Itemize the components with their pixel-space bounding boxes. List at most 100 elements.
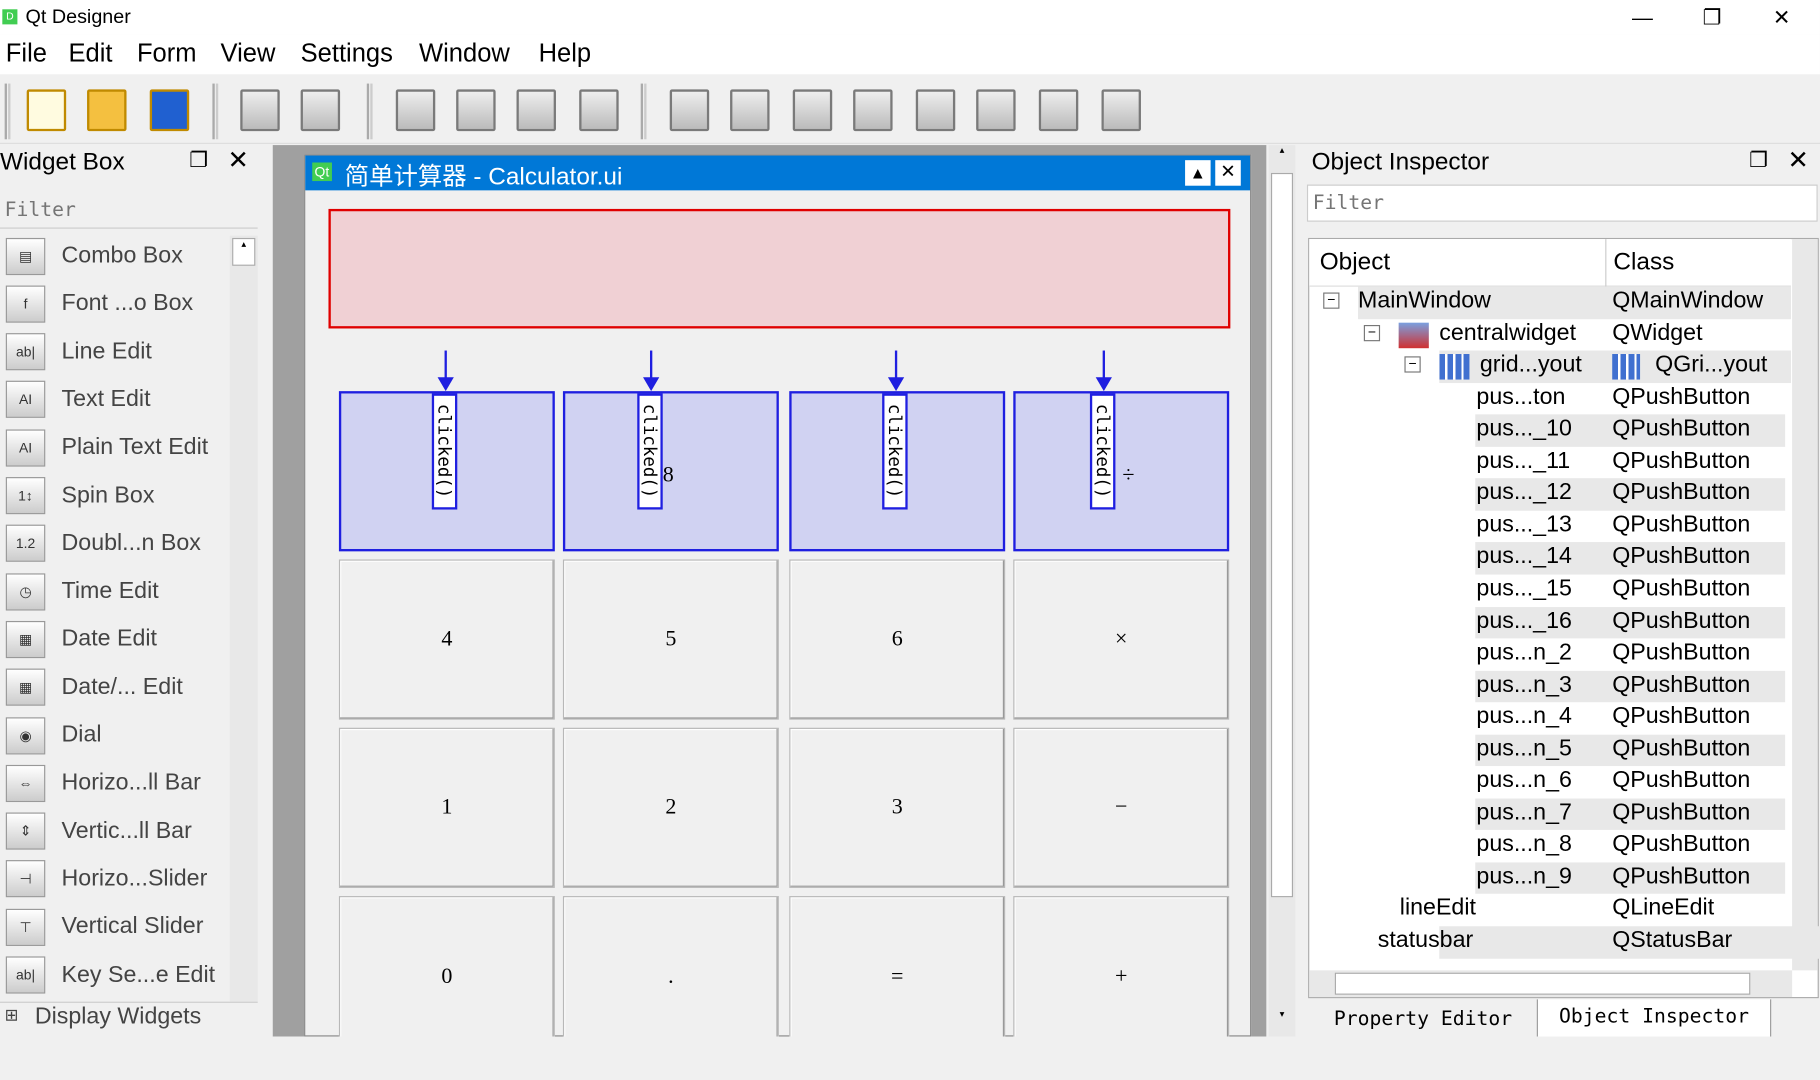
widget-item[interactable]: f Font ...o Box — [0, 280, 230, 328]
tree-row[interactable]: pus...n_5 QPushButton — [1309, 734, 1790, 767]
tab-property-editor[interactable]: Property Editor — [1311, 1001, 1535, 1035]
tree-row[interactable]: pus...n_4 QPushButton — [1309, 702, 1790, 734]
signal-label[interactable]: clicked() — [1089, 393, 1116, 510]
tree-row[interactable]: pus...ton QPushButton — [1309, 383, 1790, 415]
calc-button[interactable]: ÷ clicked() — [1013, 391, 1230, 552]
tree-row[interactable]: − MainWindow QMainWindow — [1309, 286, 1791, 319]
scroll-up-button[interactable]: ▴ — [232, 237, 256, 266]
calc-button[interactable]: 6 — [789, 559, 1006, 720]
calc-button[interactable]: 8 clicked() — [562, 391, 779, 552]
restore-button[interactable]: ❐ — [1685, 2, 1738, 32]
widget-item[interactable]: ⊤ Vertical Slider — [0, 903, 230, 951]
collapse-icon[interactable]: − — [1404, 356, 1421, 373]
tree-row[interactable]: pus..._13 QPushButton — [1309, 511, 1790, 543]
edit-buddies-icon[interactable] — [511, 84, 562, 137]
edit-widgets-icon[interactable] — [390, 84, 441, 137]
send-back-icon[interactable] — [234, 84, 285, 137]
collapse-icon[interactable]: − — [1323, 292, 1340, 309]
widget-item[interactable]: AI Plain Text Edit — [0, 424, 230, 472]
tree-row[interactable]: pus..._14 QPushButton — [1309, 542, 1790, 575]
menu-view[interactable]: View — [221, 38, 276, 68]
widget-item[interactable]: 1.2 Doubl...n Box — [0, 520, 230, 568]
bring-front-icon[interactable] — [295, 84, 346, 137]
calc-button[interactable]: 2 — [562, 727, 779, 888]
menu-window[interactable]: Window — [419, 38, 510, 68]
column-class[interactable]: Class — [1613, 248, 1674, 276]
float-icon[interactable]: ❐ — [189, 149, 208, 173]
calc-button[interactable]: 3 — [789, 727, 1006, 888]
calc-button[interactable]: 0 — [338, 896, 555, 1059]
tab-object-inspector[interactable]: Object Inspector — [1536, 999, 1772, 1039]
float-icon[interactable]: ❐ — [1749, 149, 1768, 173]
line-edit-display[interactable] — [328, 208, 1231, 329]
adjust-size-icon[interactable] — [1096, 84, 1147, 137]
new-icon[interactable] — [21, 84, 72, 137]
tree-row[interactable]: pus...n_2 QPushButton — [1309, 638, 1790, 670]
tree-row[interactable]: pus...n_9 QPushButton — [1309, 862, 1790, 895]
signal-label[interactable]: clicked() — [431, 393, 458, 510]
layout-horizontal-icon[interactable] — [664, 84, 715, 137]
calc-button[interactable]: 5 — [562, 559, 779, 720]
layout-form-icon[interactable] — [970, 84, 1021, 137]
calc-button[interactable]: = — [789, 896, 1006, 1059]
mdi-vertical-scrollbar[interactable]: ▴ ▾ — [1268, 145, 1296, 1037]
form-window[interactable]: Qt 简单计算器 - Calculator.ui ▲ ✕ 7clicked()8… — [304, 154, 1512, 1059]
calc-button[interactable]: + — [1013, 896, 1230, 1059]
edit-tab-order-icon[interactable] — [573, 84, 624, 137]
widget-item[interactable]: ⊣ Horizo...Slider — [0, 855, 230, 903]
widget-item[interactable]: 1↕ Spin Box — [0, 472, 230, 520]
scroll-down-button[interactable]: ▾ — [1269, 1009, 1296, 1037]
signal-label[interactable]: clicked() — [882, 393, 908, 510]
tree-row[interactable]: pus..._15 QPushButton — [1309, 574, 1790, 606]
close-icon[interactable]: ✕ — [227, 145, 248, 175]
signal-label[interactable]: clicked() — [637, 393, 663, 510]
tree-row[interactable]: pus..._10 QPushButton — [1309, 414, 1790, 447]
object-filter-input[interactable] — [1306, 184, 1818, 222]
tree-row[interactable]: pus..._12 QPushButton — [1309, 478, 1790, 511]
minimize-button[interactable]: — — [1616, 2, 1669, 32]
tree-row[interactable]: pus...n_8 QPushButton — [1309, 830, 1790, 862]
widget-item[interactable]: ⇕ Vertic...ll Bar — [0, 807, 230, 855]
collapse-icon[interactable]: − — [1363, 324, 1381, 341]
calc-button[interactable]: 9clicked() — [789, 391, 1006, 552]
maximize-button[interactable]: ▲ — [1185, 160, 1211, 186]
menu-settings[interactable]: Settings — [301, 38, 393, 68]
tree-vertical-scrollbar[interactable] — [1792, 239, 1818, 971]
close-button[interactable]: ✕ — [1215, 160, 1241, 186]
expand-icon[interactable]: ⊞ — [5, 1005, 19, 1025]
calc-button[interactable]: 1 — [338, 727, 555, 888]
widget-item[interactable]: ▦ Date/... Edit — [0, 664, 230, 712]
menu-edit[interactable]: Edit — [68, 38, 112, 68]
calc-button[interactable]: × — [1013, 559, 1230, 720]
layout-vertical-icon[interactable] — [724, 84, 775, 137]
calc-button[interactable]: 4 — [338, 559, 555, 720]
column-object[interactable]: Object — [1320, 248, 1390, 276]
widget-item[interactable]: ◷ Time Edit — [0, 568, 230, 616]
tree-horizontal-scrollbar[interactable] — [1309, 970, 1793, 998]
scrollbar-thumb[interactable] — [1270, 172, 1294, 898]
menu-help[interactable]: Help — [539, 38, 592, 68]
layout-vertical-splitter-icon[interactable] — [847, 84, 898, 137]
widget-item[interactable]: ab| Line Edit — [0, 328, 230, 376]
tree-row[interactable]: pus..._11 QPushButton — [1309, 447, 1790, 479]
scroll-up-button[interactable]: ▴ — [1269, 145, 1296, 173]
break-layout-icon[interactable] — [1033, 84, 1084, 137]
calc-button[interactable]: − — [1013, 727, 1230, 888]
tree-row[interactable]: pus...n_7 QPushButton — [1309, 798, 1790, 831]
widget-item[interactable]: ⇔ Horizo...ll Bar — [0, 759, 230, 807]
layout-horizontal-splitter-icon[interactable] — [787, 84, 838, 137]
tree-row[interactable]: pus...n_3 QPushButton — [1309, 670, 1790, 703]
save-icon[interactable] — [144, 84, 195, 137]
menu-file[interactable]: File — [6, 38, 47, 68]
widget-filter-input[interactable] — [0, 191, 258, 229]
tree-row[interactable]: pus...n_6 QPushButton — [1309, 766, 1790, 798]
menu-form[interactable]: Form — [137, 38, 197, 68]
tree-row[interactable]: − centralwidget QWidget — [1309, 319, 1790, 351]
scrollbar-thumb[interactable] — [1334, 972, 1751, 995]
widget-item[interactable]: AI Text Edit — [0, 376, 230, 424]
tree-row[interactable]: statusbar QStatusBar — [1309, 926, 1820, 959]
widget-item[interactable]: ▤ Combo Box — [0, 232, 230, 280]
open-icon[interactable] — [81, 84, 132, 137]
calc-button[interactable]: . — [562, 896, 779, 1059]
widget-item[interactable]: ◉ Dial — [0, 712, 230, 760]
